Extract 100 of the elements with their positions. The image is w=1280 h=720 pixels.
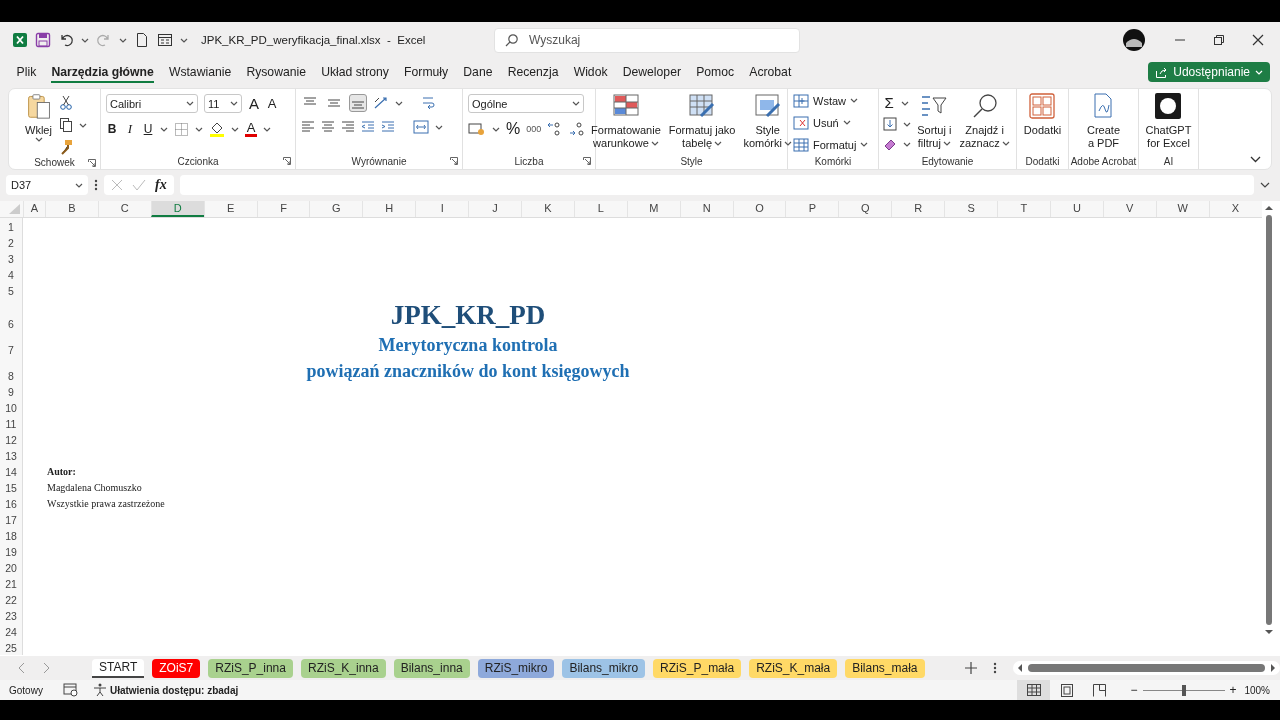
menu-tab[interactable]: Acrobat — [741, 61, 799, 83]
column-header[interactable]: C — [97, 201, 151, 217]
column-header[interactable]: G — [309, 201, 363, 217]
zoom-out-button[interactable]: − — [1130, 683, 1138, 697]
row-header[interactable]: 19 — [0, 543, 23, 559]
merge-cells-icon[interactable] — [413, 120, 429, 134]
ribbon-button[interactable]: Sortuj i filtruj — [915, 93, 954, 150]
scroll-right-icon[interactable] — [1270, 664, 1276, 672]
ribbon-button[interactable]: Usuń — [793, 113, 851, 132]
menu-tab[interactable]: Wstawianie — [161, 61, 239, 83]
menu-tab[interactable]: Dane — [455, 61, 501, 83]
scroll-up-icon[interactable] — [1265, 205, 1273, 211]
decrease-font-button[interactable]: A — [266, 95, 278, 112]
sheet-tab[interactable]: ZOiS7 — [152, 658, 201, 678]
create-pdf-button[interactable]: Create a PDF — [1085, 93, 1122, 150]
normal-view-button[interactable] — [1017, 680, 1051, 700]
dialog-launcher-icon[interactable] — [450, 157, 458, 165]
menu-tab[interactable]: Pomoc — [688, 61, 742, 83]
menu-tab[interactable]: Deweloper — [615, 61, 689, 83]
sheet-tab[interactable]: RZiS_K_inna — [300, 658, 386, 678]
search-field[interactable]: Wyszukaj — [494, 27, 800, 53]
column-header[interactable]: Q — [838, 201, 892, 217]
column-header[interactable]: X — [1208, 201, 1262, 217]
zoom-level[interactable]: 100% — [1244, 684, 1270, 696]
sheet-tab[interactable]: RZiS_K_mała — [749, 658, 838, 678]
expand-icon[interactable] — [1260, 182, 1270, 188]
increase-indent-icon[interactable] — [381, 120, 395, 134]
ribbon-button[interactable]: Znajdź i zaznacz — [957, 93, 1012, 150]
column-header[interactable]: N — [679, 201, 733, 217]
ribbon-button[interactable]: Formatowanie warunkowe — [589, 93, 663, 150]
row-header[interactable]: 16 — [0, 495, 23, 511]
row-header[interactable]: 12 — [0, 431, 23, 447]
row-header[interactable]: 20 — [0, 559, 23, 575]
sheet-tab[interactable]: START — [92, 658, 145, 678]
sheet-tab[interactable]: Bilans_mała — [845, 658, 925, 678]
column-header[interactable]: W — [1155, 201, 1209, 217]
fill-color-icon[interactable] — [209, 121, 225, 137]
paste-button[interactable]: Wklej — [22, 93, 55, 142]
row-header[interactable]: 8 — [0, 357, 23, 383]
percent-button[interactable]: % — [506, 121, 521, 137]
restore-icon[interactable] — [1213, 34, 1225, 46]
number-format-dropdown[interactable]: Ogólne — [468, 94, 584, 113]
row-header[interactable]: 9 — [0, 383, 23, 399]
horizontal-scrollbar[interactable] — [1012, 661, 1280, 675]
accessibility-icon[interactable] — [92, 683, 107, 697]
row-header[interactable]: 10 — [0, 399, 23, 415]
column-header[interactable]: D — [150, 201, 204, 217]
row-header[interactable]: 1 — [0, 218, 23, 234]
column-header[interactable]: U — [1049, 201, 1103, 217]
menu-tab[interactable]: Układ strony — [313, 61, 397, 83]
font-size-dropdown[interactable]: 11 — [204, 94, 242, 113]
ribbon-button[interactable]: Style komórki — [741, 93, 794, 150]
accessibility-button[interactable]: Ułatwienia dostępu: zbadaj — [109, 684, 239, 696]
row-header[interactable]: 21 — [0, 575, 23, 591]
scissors-icon[interactable] — [58, 95, 73, 111]
increase-font-button[interactable]: A — [248, 95, 260, 112]
sheet-tab[interactable]: Bilans_inna — [393, 658, 470, 678]
row-header[interactable]: 11 — [0, 415, 23, 431]
avatar-icon[interactable] — [1123, 29, 1145, 51]
font-color-button[interactable]: A — [245, 121, 257, 137]
column-header[interactable]: T — [997, 201, 1050, 217]
column-header[interactable]: F — [256, 201, 310, 217]
row-header[interactable]: 23 — [0, 607, 23, 623]
row-header[interactable]: 2 — [0, 234, 23, 250]
column-header[interactable]: R — [891, 201, 945, 217]
search-input[interactable]: Wyszukaj — [527, 32, 799, 48]
wrap-text-icon[interactable] — [421, 95, 437, 111]
add-sheet-icon[interactable] — [964, 662, 977, 674]
sheet-tab[interactable]: Bilans_mikro — [562, 658, 646, 678]
dialog-launcher-icon[interactable] — [88, 159, 96, 167]
menu-tab[interactable]: Widok — [566, 61, 616, 83]
row-header[interactable]: 5 — [0, 282, 23, 298]
row-header[interactable]: 17 — [0, 511, 23, 527]
menu-tab[interactable]: Narzędzia główne — [43, 61, 162, 83]
align-center-icon[interactable] — [321, 120, 335, 134]
accounting-format-icon[interactable] — [468, 122, 486, 136]
scroll-down-icon[interactable] — [1265, 629, 1273, 635]
menu-tab[interactable]: Rysowanie — [238, 61, 314, 83]
row-header[interactable]: 25 — [0, 639, 23, 655]
column-header[interactable]: K — [521, 201, 574, 217]
column-header[interactable]: A — [23, 201, 45, 217]
row-header[interactable]: 7 — [0, 331, 23, 357]
column-header[interactable]: V — [1102, 201, 1156, 217]
macro-recorder-icon[interactable] — [62, 683, 79, 697]
dialog-launcher-icon[interactable] — [583, 157, 591, 165]
undo-icon[interactable] — [58, 32, 74, 48]
more-icon[interactable] — [992, 662, 997, 674]
insert-function-button[interactable]: fx — [155, 177, 167, 193]
form-icon[interactable] — [157, 32, 173, 48]
scroll-left-icon[interactable] — [1016, 664, 1023, 672]
column-header[interactable]: S — [944, 201, 998, 217]
name-box[interactable]: D37 — [6, 175, 88, 195]
column-header[interactable]: L — [573, 201, 627, 217]
font-name-dropdown[interactable]: Calibri — [106, 94, 198, 113]
chatgpt-button[interactable]: ChatGPT for Excel — [1143, 93, 1194, 150]
copy-icon[interactable] — [58, 117, 73, 133]
menu-tab[interactable]: Formuły — [396, 61, 456, 83]
fill-down-icon[interactable] — [883, 117, 898, 131]
row-header[interactable]: 3 — [0, 250, 23, 266]
orientation-icon[interactable] — [373, 96, 389, 110]
